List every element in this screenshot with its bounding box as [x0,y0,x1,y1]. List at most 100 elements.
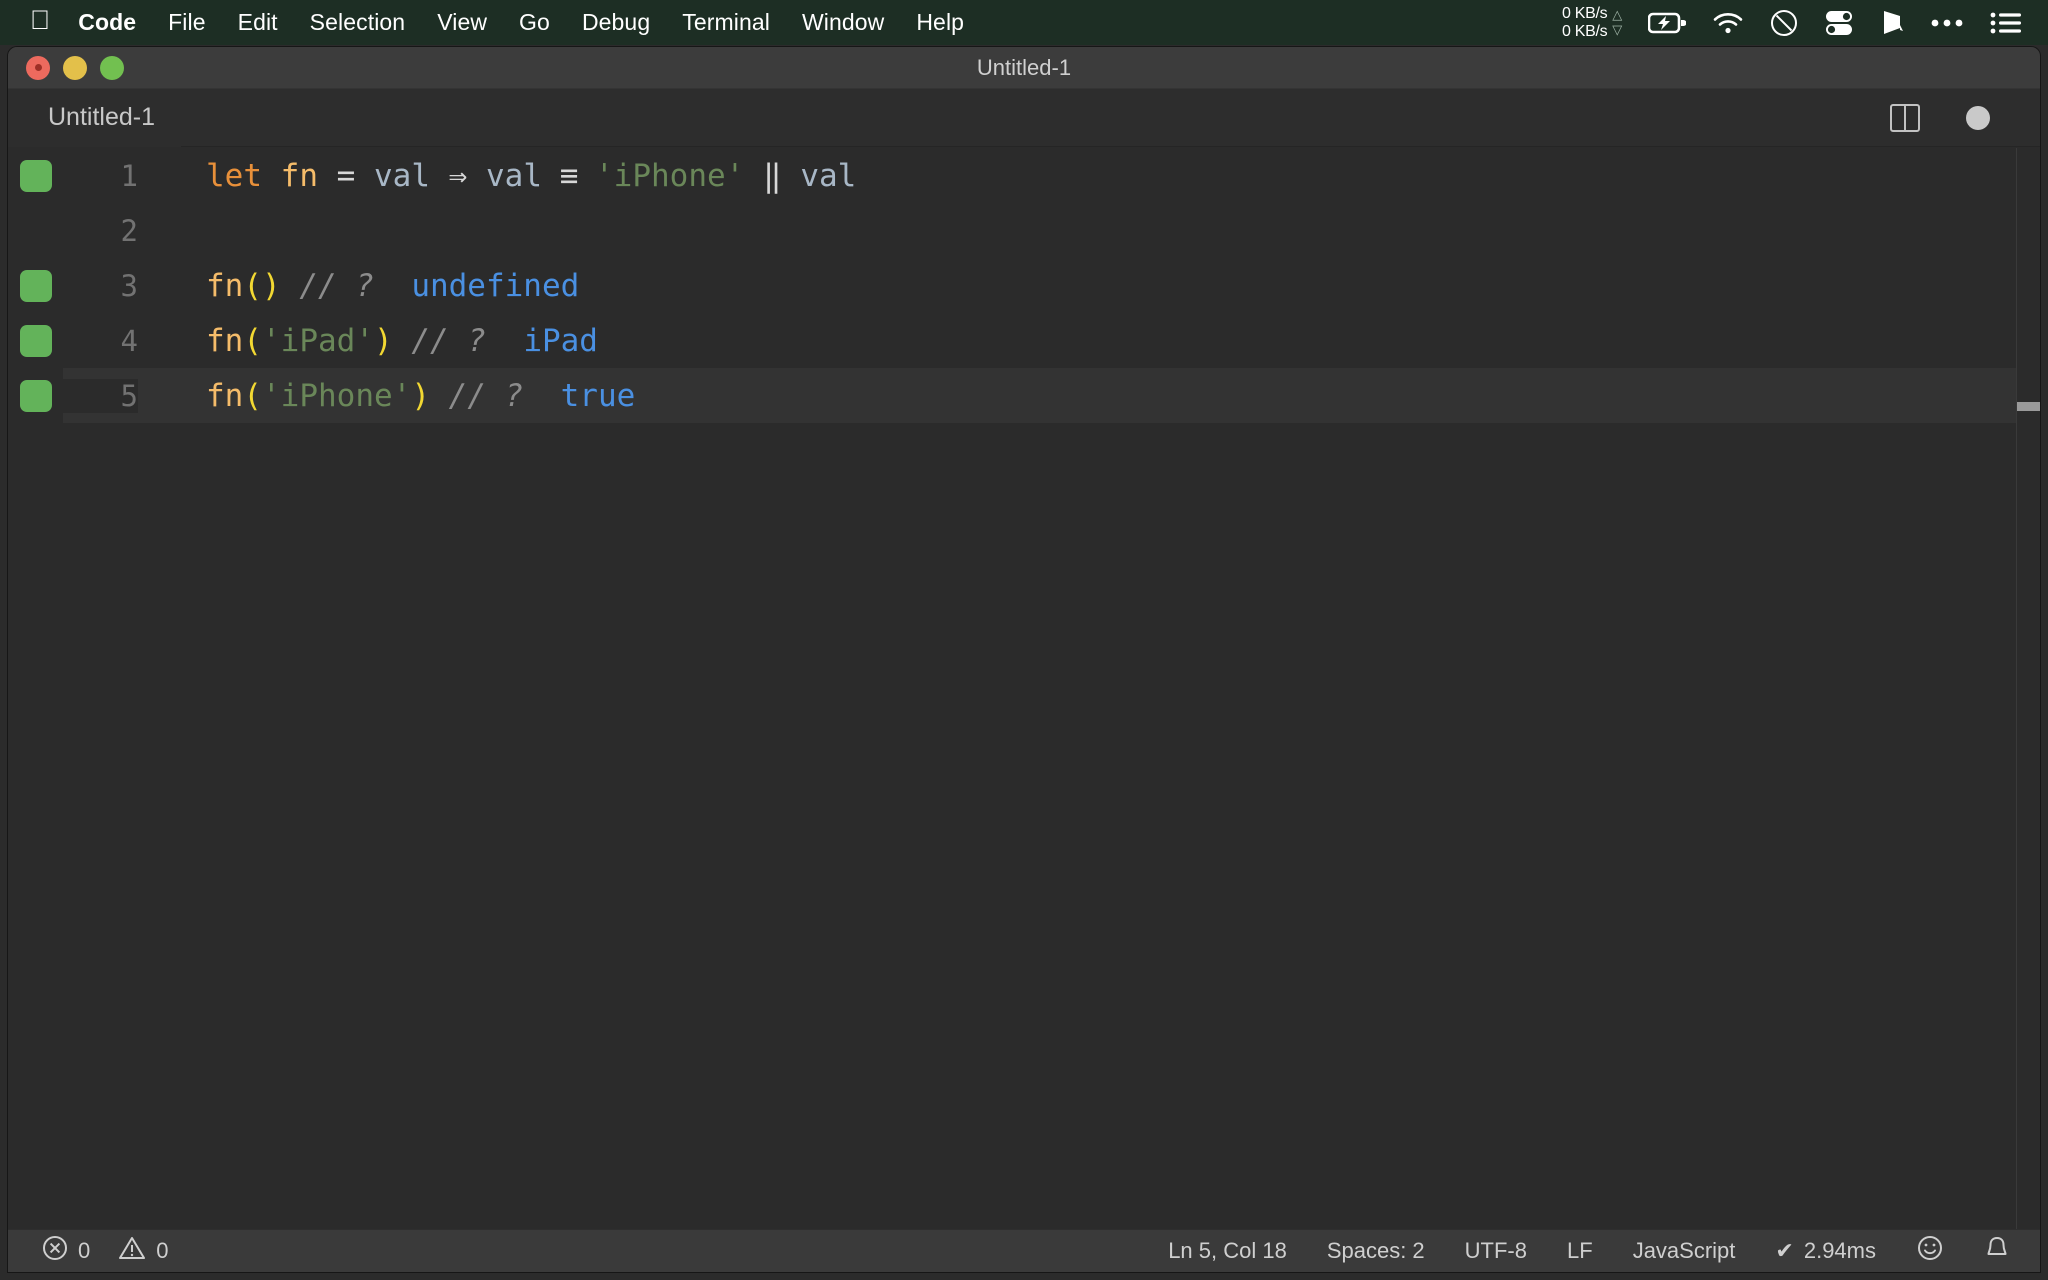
code-text[interactable]: let fn = val ⇒ val ≡ 'iPhone' ‖ val [138,158,856,194]
token: () [243,267,281,304]
menu-item-help[interactable]: Help [916,9,964,36]
apple-logo-icon[interactable]:  [30,7,50,34]
minimize-button[interactable] [63,55,87,80]
window-titlebar: Untitled-1 [8,47,2040,89]
editor-scrollbar[interactable] [2016,148,2040,1229]
encoding-setting[interactable]: UTF-8 [1465,1238,1527,1264]
token: true [560,377,636,414]
smiley-icon[interactable] [1916,1234,1944,1268]
code-line-4[interactable]: 4 fn('iPad') // ? iPad [8,313,2040,368]
editor-tab-bar: Untitled-1 [8,88,2040,147]
eol-setting[interactable]: LF [1567,1238,1593,1264]
warnings-count: 0 [156,1238,169,1263]
code-line-3[interactable]: 3 fn() // ? undefined [8,258,2040,313]
line-number: 4 [120,323,138,358]
token: fn [206,322,244,359]
quokka-ok-icon [19,269,52,302]
control-center-list-icon[interactable] [1990,11,2022,35]
menu-item-debug[interactable]: Debug [582,9,650,36]
status-bar-left: 0 0 [42,1235,169,1267]
token: 'iPad' [262,322,374,359]
split-editor-icon[interactable] [1890,103,1920,132]
errors-count: 0 [78,1238,91,1263]
menu-item-window[interactable]: Window [802,9,884,36]
line-number: 1 [120,158,138,193]
network-rate-indicator[interactable]: 0 KB/s 0 KB/s △ ▽ [1562,5,1622,40]
quokka-ok-icon [19,159,52,192]
token: ( [243,322,262,359]
cursor-position[interactable]: Ln 5, Col 18 [1168,1238,1287,1264]
gutter-marker-2[interactable] [8,203,63,258]
wifi-icon[interactable] [1712,11,1744,35]
menu-item-terminal[interactable]: Terminal [682,9,770,36]
scrollbar-thumb[interactable] [2017,402,2040,411]
token: // ? [448,377,524,414]
menu-item-view[interactable]: View [437,9,487,36]
token: ) [373,322,393,359]
line-number: 3 [120,268,138,303]
run-status[interactable]: ✔ 2.94ms [1775,1238,1876,1264]
token: = [318,157,374,194]
token: val [374,157,430,194]
menu-item-code[interactable]: Code [78,9,136,36]
gutter-marker-5[interactable] [8,368,63,423]
status-bar: 0 0 Ln 5, Col 18 Spaces: 2 UTF-8 LF Java… [8,1229,2040,1272]
menu-item-file[interactable]: File [168,9,205,36]
token: ≡ [542,157,595,194]
bell-icon[interactable] [1984,1234,2010,1268]
token: 'iPhone' [262,377,412,414]
token: let [206,157,262,194]
menu-item-edit[interactable]: Edit [238,9,278,36]
gutter-marker-1[interactable] [8,148,63,203]
line-number: 5 [63,378,138,413]
quokka-ok-icon [19,379,52,412]
token: undefined [411,267,580,304]
upload-arrow-icon: △ [1612,6,1622,22]
token: ) [411,377,430,414]
download-arrow-icon: ▽ [1612,21,1622,37]
download-rate: 0 KB/s [1561,22,1608,40]
token: // ? [299,267,374,304]
indentation-setting[interactable]: Spaces: 2 [1327,1238,1425,1264]
code-text[interactable]: fn('iPad') // ? iPad [138,323,598,359]
pennant-icon[interactable] [1880,9,1904,37]
macos-menu-bar:  Code File Edit Selection View Go Debug Termin… [0,0,2048,45]
token: ⇒ [430,157,486,194]
problems-status[interactable]: 0 0 [42,1235,169,1267]
tab-label: Untitled-1 [48,103,155,131]
gutter-marker-3[interactable] [8,258,63,313]
code-text[interactable]: fn('iPhone') // ? true [138,378,635,414]
menu-bar-status-area: 0 KB/s 0 KB/s △ ▽ [1562,5,2022,40]
code-editor[interactable]: 1 let fn = val ⇒ val ≡ 'iPhone' ‖ val 2 3 fn… [8,148,2040,1229]
unsaved-dot-icon[interactable] [1966,105,1990,130]
token: val [800,157,857,194]
ellipsis-icon[interactable] [1930,18,1964,28]
code-text[interactable]: fn() // ? undefined [138,268,579,304]
token: fn [280,157,318,194]
close-button[interactable] [26,55,50,80]
window-title: Untitled-1 [976,54,1072,80]
toggles-icon[interactable] [1824,9,1854,37]
battery-charging-icon[interactable] [1648,11,1686,35]
code-lines: 1 let fn = val ⇒ val ≡ 'iPhone' ‖ val 2 3 fn… [8,148,2040,423]
do-not-disturb-icon[interactable] [1770,9,1798,37]
code-line-5[interactable]: 5 fn('iPhone') // ? true [8,368,2040,423]
language-mode[interactable]: JavaScript [1633,1238,1736,1264]
token: ( [243,377,262,414]
maximize-button[interactable] [100,55,124,80]
code-line-2[interactable]: 2 [8,203,2040,258]
warning-triangle-icon [118,1235,146,1267]
menu-item-selection[interactable]: Selection [310,9,406,36]
line-number: 2 [120,213,138,248]
run-time: 2.94ms [1803,1238,1876,1263]
tab-untitled-1[interactable]: Untitled-1 [8,88,181,147]
code-line-1[interactable]: 1 let fn = val ⇒ val ≡ 'iPhone' ‖ val [8,148,2040,203]
gutter-marker-4[interactable] [8,313,63,368]
menu-item-go[interactable]: Go [519,9,550,36]
